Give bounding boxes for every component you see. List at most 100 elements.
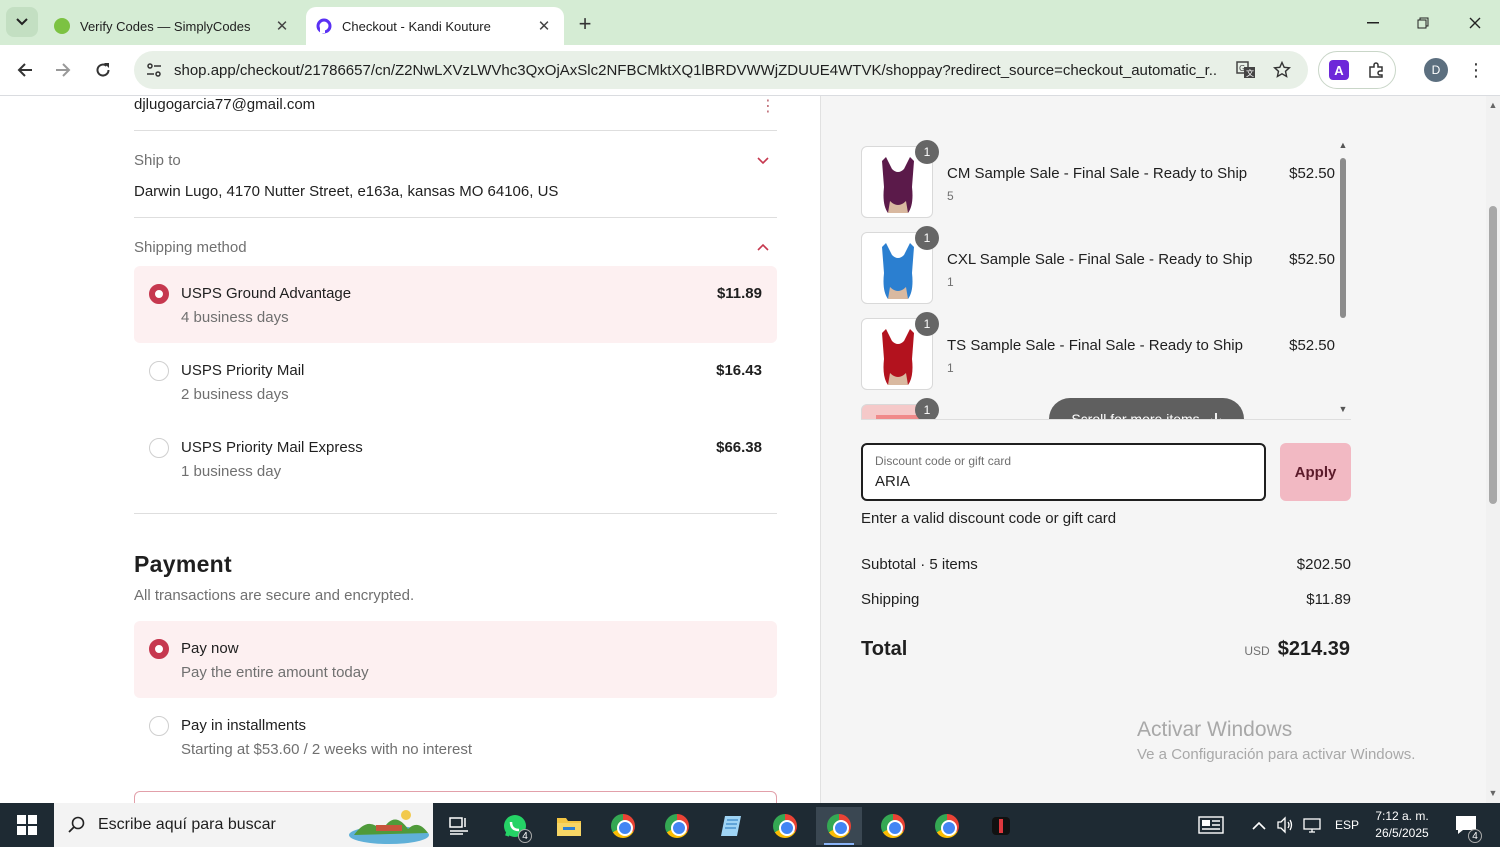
tray-chevron-up-icon[interactable] xyxy=(1252,818,1266,836)
scroll-down-arrow-icon[interactable]: ▼ xyxy=(1488,788,1498,798)
apply-button[interactable]: Apply xyxy=(1280,443,1351,501)
profile-avatar[interactable]: D xyxy=(1424,58,1448,82)
volume-icon[interactable] xyxy=(1276,816,1294,839)
restore-button[interactable] xyxy=(1400,8,1446,38)
page-scrollbar[interactable]: ▲ ▼ xyxy=(1486,96,1500,803)
language-indicator[interactable]: ESP xyxy=(1335,818,1359,832)
payment-option-pay-now[interactable]: Pay now Pay the entire amount today xyxy=(134,621,777,698)
scroll-up-arrow-icon[interactable]: ▲ xyxy=(1488,100,1498,110)
watermark-line2: Ve a Configuración para activar Windows. xyxy=(1137,746,1416,763)
chrome-icon xyxy=(935,814,959,838)
shipping-option-ground[interactable]: USPS Ground Advantage 4 business days $1… xyxy=(134,266,777,343)
tab-simplycodes[interactable]: Verify Codes — SimplyCodes ✕ xyxy=(46,7,302,45)
shipping-method-label: Shipping method xyxy=(134,239,247,256)
new-tab-button[interactable]: + xyxy=(572,11,598,37)
start-button[interactable] xyxy=(0,803,54,847)
windows-activation-watermark: Activar Windows Ve a Configuración para … xyxy=(1137,718,1415,763)
tab-search-button[interactable] xyxy=(6,7,38,37)
back-button[interactable] xyxy=(10,55,40,85)
extensions-puzzle-icon[interactable] xyxy=(1365,58,1389,82)
minimize-button[interactable] xyxy=(1350,8,1396,38)
network-icon[interactable] xyxy=(1302,816,1324,839)
scrollbar-thumb[interactable] xyxy=(1489,206,1497,504)
item-name: CXL Sample Sale - Final Sale - Ready to … xyxy=(947,251,1253,268)
close-window-button[interactable] xyxy=(1452,8,1498,38)
taskbar-app-red[interactable] xyxy=(978,807,1024,845)
system-clock[interactable]: 7:12 a. m. 26/5/2025 xyxy=(1370,808,1434,842)
subtotal-value: $202.50 xyxy=(1296,556,1351,573)
discount-field[interactable]: Discount code or gift card xyxy=(861,443,1266,501)
shipping-option-priority[interactable]: USPS Priority Mail 2 business days $16.4… xyxy=(134,343,777,420)
taskbar-chrome-2[interactable] xyxy=(654,807,700,845)
quantity-badge: 1 xyxy=(915,312,939,336)
scrollbar-thumb[interactable] xyxy=(1340,158,1346,318)
url-text[interactable]: shop.app/checkout/21786657/cn/Z2NwLXVzLW… xyxy=(174,62,1218,79)
taskbar-chrome-active[interactable] xyxy=(816,807,862,845)
extension-a-icon[interactable]: A xyxy=(1329,60,1349,80)
order-item: 1 CXL Sample Sale - Final Sale - Ready t… xyxy=(861,226,1341,312)
clock-date: 26/5/2025 xyxy=(1375,826,1429,840)
address-bar[interactable]: shop.app/checkout/21786657/cn/Z2NwLXVzLW… xyxy=(134,51,1308,89)
taskbar-notepad[interactable] xyxy=(708,807,754,845)
payment-option-title: Pay now xyxy=(181,640,239,657)
discount-input[interactable] xyxy=(875,473,1245,490)
search-highlight-illustration-icon xyxy=(349,810,429,844)
payment-heading: Payment xyxy=(134,551,232,577)
shipping-option-express[interactable]: USPS Priority Mail Express 1 business da… xyxy=(134,420,777,497)
search-placeholder: Escribe aquí para buscar xyxy=(98,816,276,833)
shipping-label: Shipping xyxy=(861,591,920,608)
task-view-button[interactable] xyxy=(436,807,482,845)
taskbar-chrome-4[interactable] xyxy=(870,807,916,845)
checkout-form: djlugogarcia77@gmail.com ⋮ Ship to Darwi… xyxy=(0,96,820,803)
chevron-up-icon[interactable] xyxy=(756,242,770,252)
radio-unselected[interactable] xyxy=(149,361,169,381)
scroll-down-arrow-icon[interactable]: ▼ xyxy=(1338,404,1348,414)
taskbar-file-explorer[interactable] xyxy=(546,807,592,845)
radio-unselected[interactable] xyxy=(149,716,169,736)
payment-option-installments[interactable]: Pay in installments Starting at $53.60 /… xyxy=(134,698,777,775)
translate-icon[interactable]: G文 xyxy=(1231,55,1261,85)
radio-selected[interactable] xyxy=(149,284,169,304)
radio-unselected[interactable] xyxy=(149,438,169,458)
items-scrollbar[interactable]: ▲ ▼ xyxy=(1335,140,1351,418)
whatsapp-badge: 4 xyxy=(518,829,532,843)
quantity-badge: 1 xyxy=(915,398,939,419)
tab-title: Verify Codes — SimplyCodes xyxy=(80,18,251,34)
close-icon[interactable]: ✕ xyxy=(534,16,554,36)
watermark-line1: Activar Windows xyxy=(1137,718,1293,741)
tab-checkout[interactable]: Checkout - Kandi Kouture ✕ xyxy=(306,7,564,45)
scroll-for-more-button[interactable]: Scroll for more items xyxy=(1049,398,1244,419)
reload-button[interactable] xyxy=(88,55,118,85)
folder-icon xyxy=(557,818,581,836)
order-summary: 1 CM Sample Sale - Final Sale - Ready to… xyxy=(820,96,1486,803)
close-icon[interactable]: ✕ xyxy=(272,16,292,36)
shipping-option-title: USPS Priority Mail xyxy=(181,362,305,379)
scroll-up-arrow-icon[interactable]: ▲ xyxy=(1338,140,1348,150)
reload-icon xyxy=(96,63,110,77)
taskbar-chrome-3[interactable] xyxy=(762,807,808,845)
taskbar-chrome-1[interactable] xyxy=(600,807,646,845)
svg-text:文: 文 xyxy=(1246,68,1254,78)
arrow-right-icon xyxy=(56,63,71,77)
taskbar-chrome-5[interactable] xyxy=(924,807,970,845)
taskbar-search[interactable]: Escribe aquí para buscar xyxy=(54,803,433,847)
forward-button[interactable] xyxy=(48,55,78,85)
more-options-icon[interactable]: ⋮ xyxy=(760,96,776,116)
divider xyxy=(134,513,777,514)
radio-selected[interactable] xyxy=(149,639,169,659)
total-value: $214.39 xyxy=(1277,638,1350,660)
site-settings-icon[interactable] xyxy=(140,56,168,84)
item-variant: 5 xyxy=(947,189,954,203)
shop-favicon-icon xyxy=(316,18,332,34)
discount-label: Discount code or gift card xyxy=(875,454,1012,468)
order-items-list[interactable]: 1 CM Sample Sale - Final Sale - Ready to… xyxy=(861,140,1351,420)
ship-to-address: Darwin Lugo, 4170 Nutter Street, e163a, … xyxy=(134,183,559,200)
chrome-menu-icon[interactable]: ⋮ xyxy=(1464,58,1488,82)
notification-center-icon[interactable]: 4 xyxy=(1454,814,1482,843)
arrow-left-icon xyxy=(17,63,32,77)
taskbar-whatsapp[interactable]: 4 xyxy=(492,807,538,845)
next-payment-option[interactable] xyxy=(134,791,777,803)
news-widget-icon[interactable] xyxy=(1198,816,1224,839)
chevron-down-icon[interactable] xyxy=(756,156,770,166)
bookmark-star-icon[interactable] xyxy=(1267,55,1297,85)
